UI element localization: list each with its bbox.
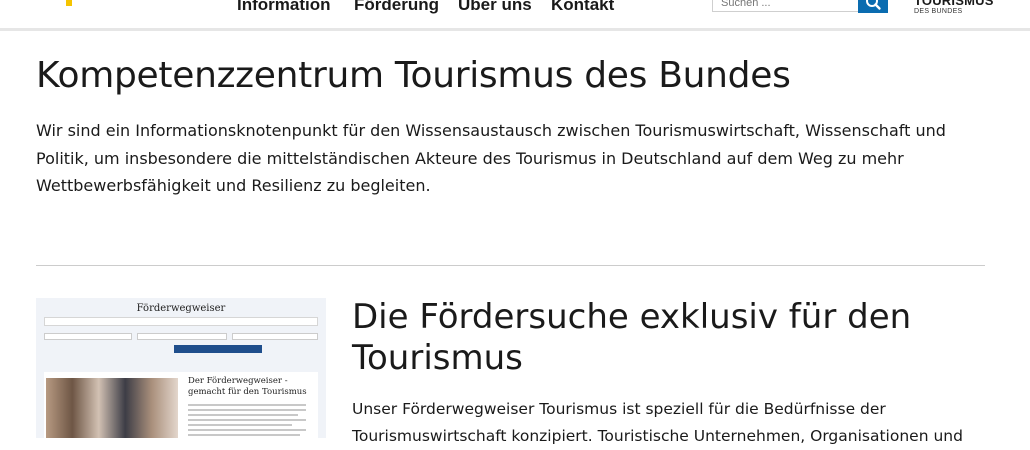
thumbnail-title: Förderwegweiser: [136, 303, 226, 314]
header-divider: [0, 28, 1030, 31]
thumbnail-text-line: [188, 414, 298, 416]
search-input[interactable]: [712, 0, 858, 12]
nav-ueber-uns[interactable]: Über uns: [458, 0, 532, 15]
nav-information[interactable]: Information: [237, 0, 331, 15]
nav-kontakt[interactable]: Kontakt: [551, 0, 614, 15]
search-button[interactable]: [858, 0, 888, 13]
section-divider: [36, 265, 985, 266]
logo-accent[interactable]: [66, 0, 72, 6]
promo-text: Unser Förderwegweiser Tourismus ist spez…: [352, 400, 963, 445]
nav-foerderung[interactable]: Förderung: [354, 0, 439, 15]
thumbnail-text-line: [188, 424, 292, 426]
thumbnail-group-photo: [46, 378, 178, 438]
thumbnail-search-field: [44, 317, 318, 326]
thumbnail-select: [232, 333, 318, 340]
search-icon: [866, 0, 881, 10]
thumbnail-card-heading: Der Förderwegweiser - gemacht für den To…: [188, 376, 307, 397]
thumbnail-select: [137, 333, 227, 340]
intro-text: Wir sind ein Informationsknotenpunkt für…: [36, 121, 946, 195]
brand-logo-subtitle: DES BUNDES: [914, 8, 963, 15]
thumbnail-select: [44, 333, 132, 340]
thumbnail-text-line: [188, 429, 306, 431]
thumbnail-go-button: [174, 345, 262, 353]
brand-logo-title[interactable]: TOURISMUS: [914, 0, 994, 8]
thumbnail-text-line: [188, 409, 306, 411]
site-header: Information Förderung Über uns Kontakt T…: [0, 0, 1030, 28]
thumbnail-text-line: [188, 434, 300, 436]
thumbnail-text-line: [188, 419, 306, 421]
foerderwegweiser-thumbnail[interactable]: Förderwegweiser Der Förderwegweiser - ge…: [36, 298, 326, 438]
page-title: Kompetenzzentrum Tourismus des Bundes: [36, 55, 791, 96]
promo-title: Die Fördersuche exklusiv für den Tourism…: [352, 297, 912, 378]
thumbnail-text-line: [188, 404, 306, 406]
